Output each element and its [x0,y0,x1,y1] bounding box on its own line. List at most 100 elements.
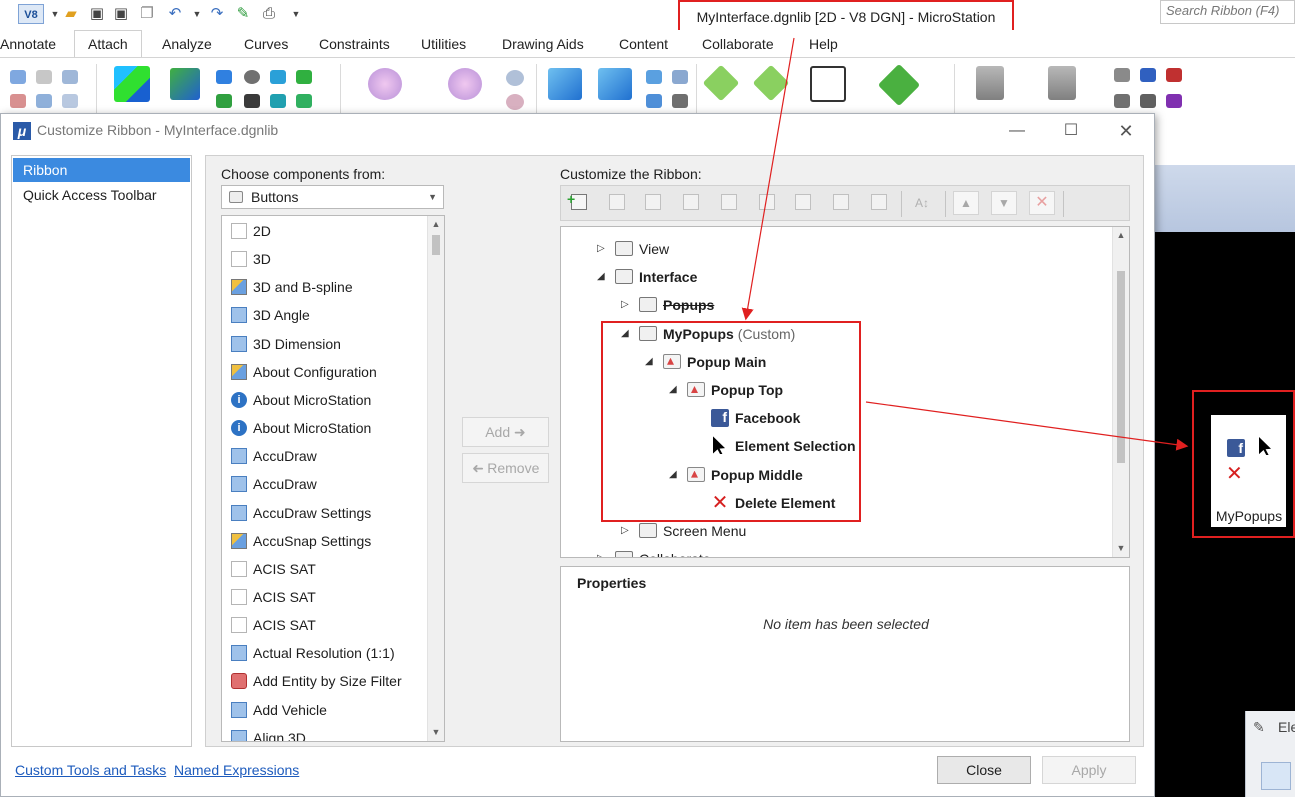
import-icon[interactable] [877,63,921,107]
attach-small-icon[interactable] [646,94,662,108]
attach-small-icon[interactable] [216,70,232,84]
attach-small-icon[interactable] [10,94,26,108]
add-button[interactable]: Add ➜ [462,417,549,447]
tab-content[interactable]: Content [619,36,668,52]
save-icon[interactable]: ▣ [86,4,108,24]
markup-icon[interactable] [702,64,740,102]
reality-mesh-detach-icon[interactable] [598,68,632,100]
component-item[interactable]: AccuSnap Settings [222,527,427,555]
rename-icon[interactable]: A↕ [909,191,935,215]
tree-node[interactable]: ▷ View [561,235,1111,263]
markup-detach-icon[interactable] [752,64,790,102]
new-menu-icon[interactable] [755,191,781,215]
custom-tools-link[interactable]: Custom Tools and Tasks [15,762,166,778]
component-item[interactable]: 2D [222,217,427,245]
attach-small-icon[interactable] [36,94,52,108]
component-item[interactable]: AccuDraw [222,442,427,470]
close-button[interactable]: Close [937,756,1031,784]
component-item[interactable]: Actual Resolution (1:1) [222,639,427,667]
tab-constraints[interactable]: Constraints [319,36,390,52]
remove-button[interactable]: ➜ Remove [462,453,549,483]
component-item[interactable]: i About MicroStation [222,414,427,442]
tree-node[interactable]: ◢ Interface [561,263,1111,291]
component-item[interactable]: AccuDraw Settings [222,499,427,527]
attach-small-icon[interactable] [1114,68,1130,82]
named-expressions-link[interactable]: Named Expressions [174,762,299,778]
new-group-icon[interactable] [605,191,631,215]
raster-attach-icon[interactable] [170,68,200,100]
new-tab-icon[interactable]: + [567,191,593,215]
component-item[interactable]: 3D [222,245,427,273]
ribbon-tree-scrollbar[interactable]: ▲ ▼ [1112,227,1129,557]
minimize-icon[interactable]: — [997,120,1037,142]
new-popup-icon[interactable] [791,191,817,215]
undo-icon[interactable]: ↶ [164,4,186,24]
attach-small-icon[interactable] [36,70,52,84]
save-settings-icon[interactable]: ▣ [110,4,132,24]
customize-qat-icon[interactable]: ▼ [285,4,307,24]
tab-help[interactable]: Help [809,36,838,52]
tab-attach[interactable]: Attach [74,30,142,59]
tab-curves[interactable]: Curves [244,36,288,52]
component-item[interactable]: Add Vehicle [222,696,427,724]
attach-small-icon[interactable] [672,94,688,108]
target-icon[interactable] [1261,762,1291,790]
scroll-up-icon[interactable]: ▲ [428,216,444,233]
attach-small-icon[interactable] [270,70,286,84]
compress-icon[interactable]: ❐ [136,4,158,24]
attach-small-icon[interactable] [506,70,524,86]
components-scrollbar[interactable]: ▲ ▼ [427,216,444,741]
attach-small-icon[interactable] [296,70,312,84]
attach-small-icon[interactable] [1140,94,1156,108]
attach-small-icon[interactable] [506,94,524,110]
category-ribbon[interactable]: Ribbon [13,158,190,182]
delete-icon[interactable]: ✕ [1029,191,1055,215]
attach-small-icon[interactable] [244,94,260,108]
attach-small-icon[interactable] [672,70,688,84]
scroll-down-icon[interactable]: ▼ [428,724,444,741]
attach-small-icon[interactable] [10,70,26,84]
point-cloud-detach-icon[interactable] [448,68,482,100]
search-ribbon-input[interactable]: Search Ribbon (F4) [1160,0,1295,24]
new-stack-icon[interactable] [867,191,893,215]
tab-drawing-aids[interactable]: Drawing Aids [502,36,584,52]
component-item[interactable]: 3D Angle [222,301,427,329]
component-item[interactable]: Add Entity by Size Filter [222,667,427,695]
attach-small-icon[interactable] [296,94,312,108]
scroll-down-icon[interactable]: ▼ [1113,540,1129,557]
tab-annotate[interactable]: Annotate [0,36,56,52]
tree-node[interactable]: ▷ Collaborate [561,545,1111,557]
expanded-toggle-icon[interactable]: ◢ [597,263,605,291]
tab-utilities[interactable]: Utilities [421,36,466,52]
attach-small-icon[interactable] [62,70,78,84]
apply-button[interactable]: Apply [1042,756,1136,784]
attach-small-icon[interactable] [646,70,662,84]
attach-small-icon[interactable] [244,70,260,84]
attach-small-icon[interactable] [1114,94,1130,108]
pin-icon[interactable]: ✎ [232,4,254,24]
component-item[interactable]: Align 3D [222,724,427,741]
components-dropdown[interactable]: Buttons ▼ [221,185,444,209]
tab-analyze[interactable]: Analyze [162,36,212,52]
attach-small-icon[interactable] [270,94,286,108]
move-up-icon[interactable]: ▲ [953,191,979,215]
document-icon[interactable] [810,66,846,102]
new-gallery-icon[interactable] [717,191,743,215]
collapsed-toggle-icon[interactable]: ▷ [597,235,605,263]
component-item[interactable]: i About MicroStation [222,386,427,414]
point-cloud-icon[interactable] [368,68,402,100]
component-item[interactable]: ACIS SAT [222,611,427,639]
collapsed-toggle-icon[interactable]: ▷ [621,291,629,319]
scroll-thumb[interactable] [432,235,440,255]
move-down-icon[interactable]: ▼ [991,191,1017,215]
component-item[interactable]: About Configuration [222,358,427,386]
collapsed-toggle-icon[interactable]: ▷ [597,545,605,557]
new-split-icon[interactable] [679,191,705,215]
raster-manager-icon[interactable] [114,66,150,102]
new-separator-icon[interactable] [829,191,855,215]
attach-small-icon[interactable] [1166,68,1182,82]
undo-dropdown-icon[interactable]: ▼ [186,4,208,24]
component-item[interactable]: ACIS SAT [222,583,427,611]
tab-collaborate[interactable]: Collaborate [702,36,774,52]
scroll-thumb[interactable] [1117,271,1125,463]
